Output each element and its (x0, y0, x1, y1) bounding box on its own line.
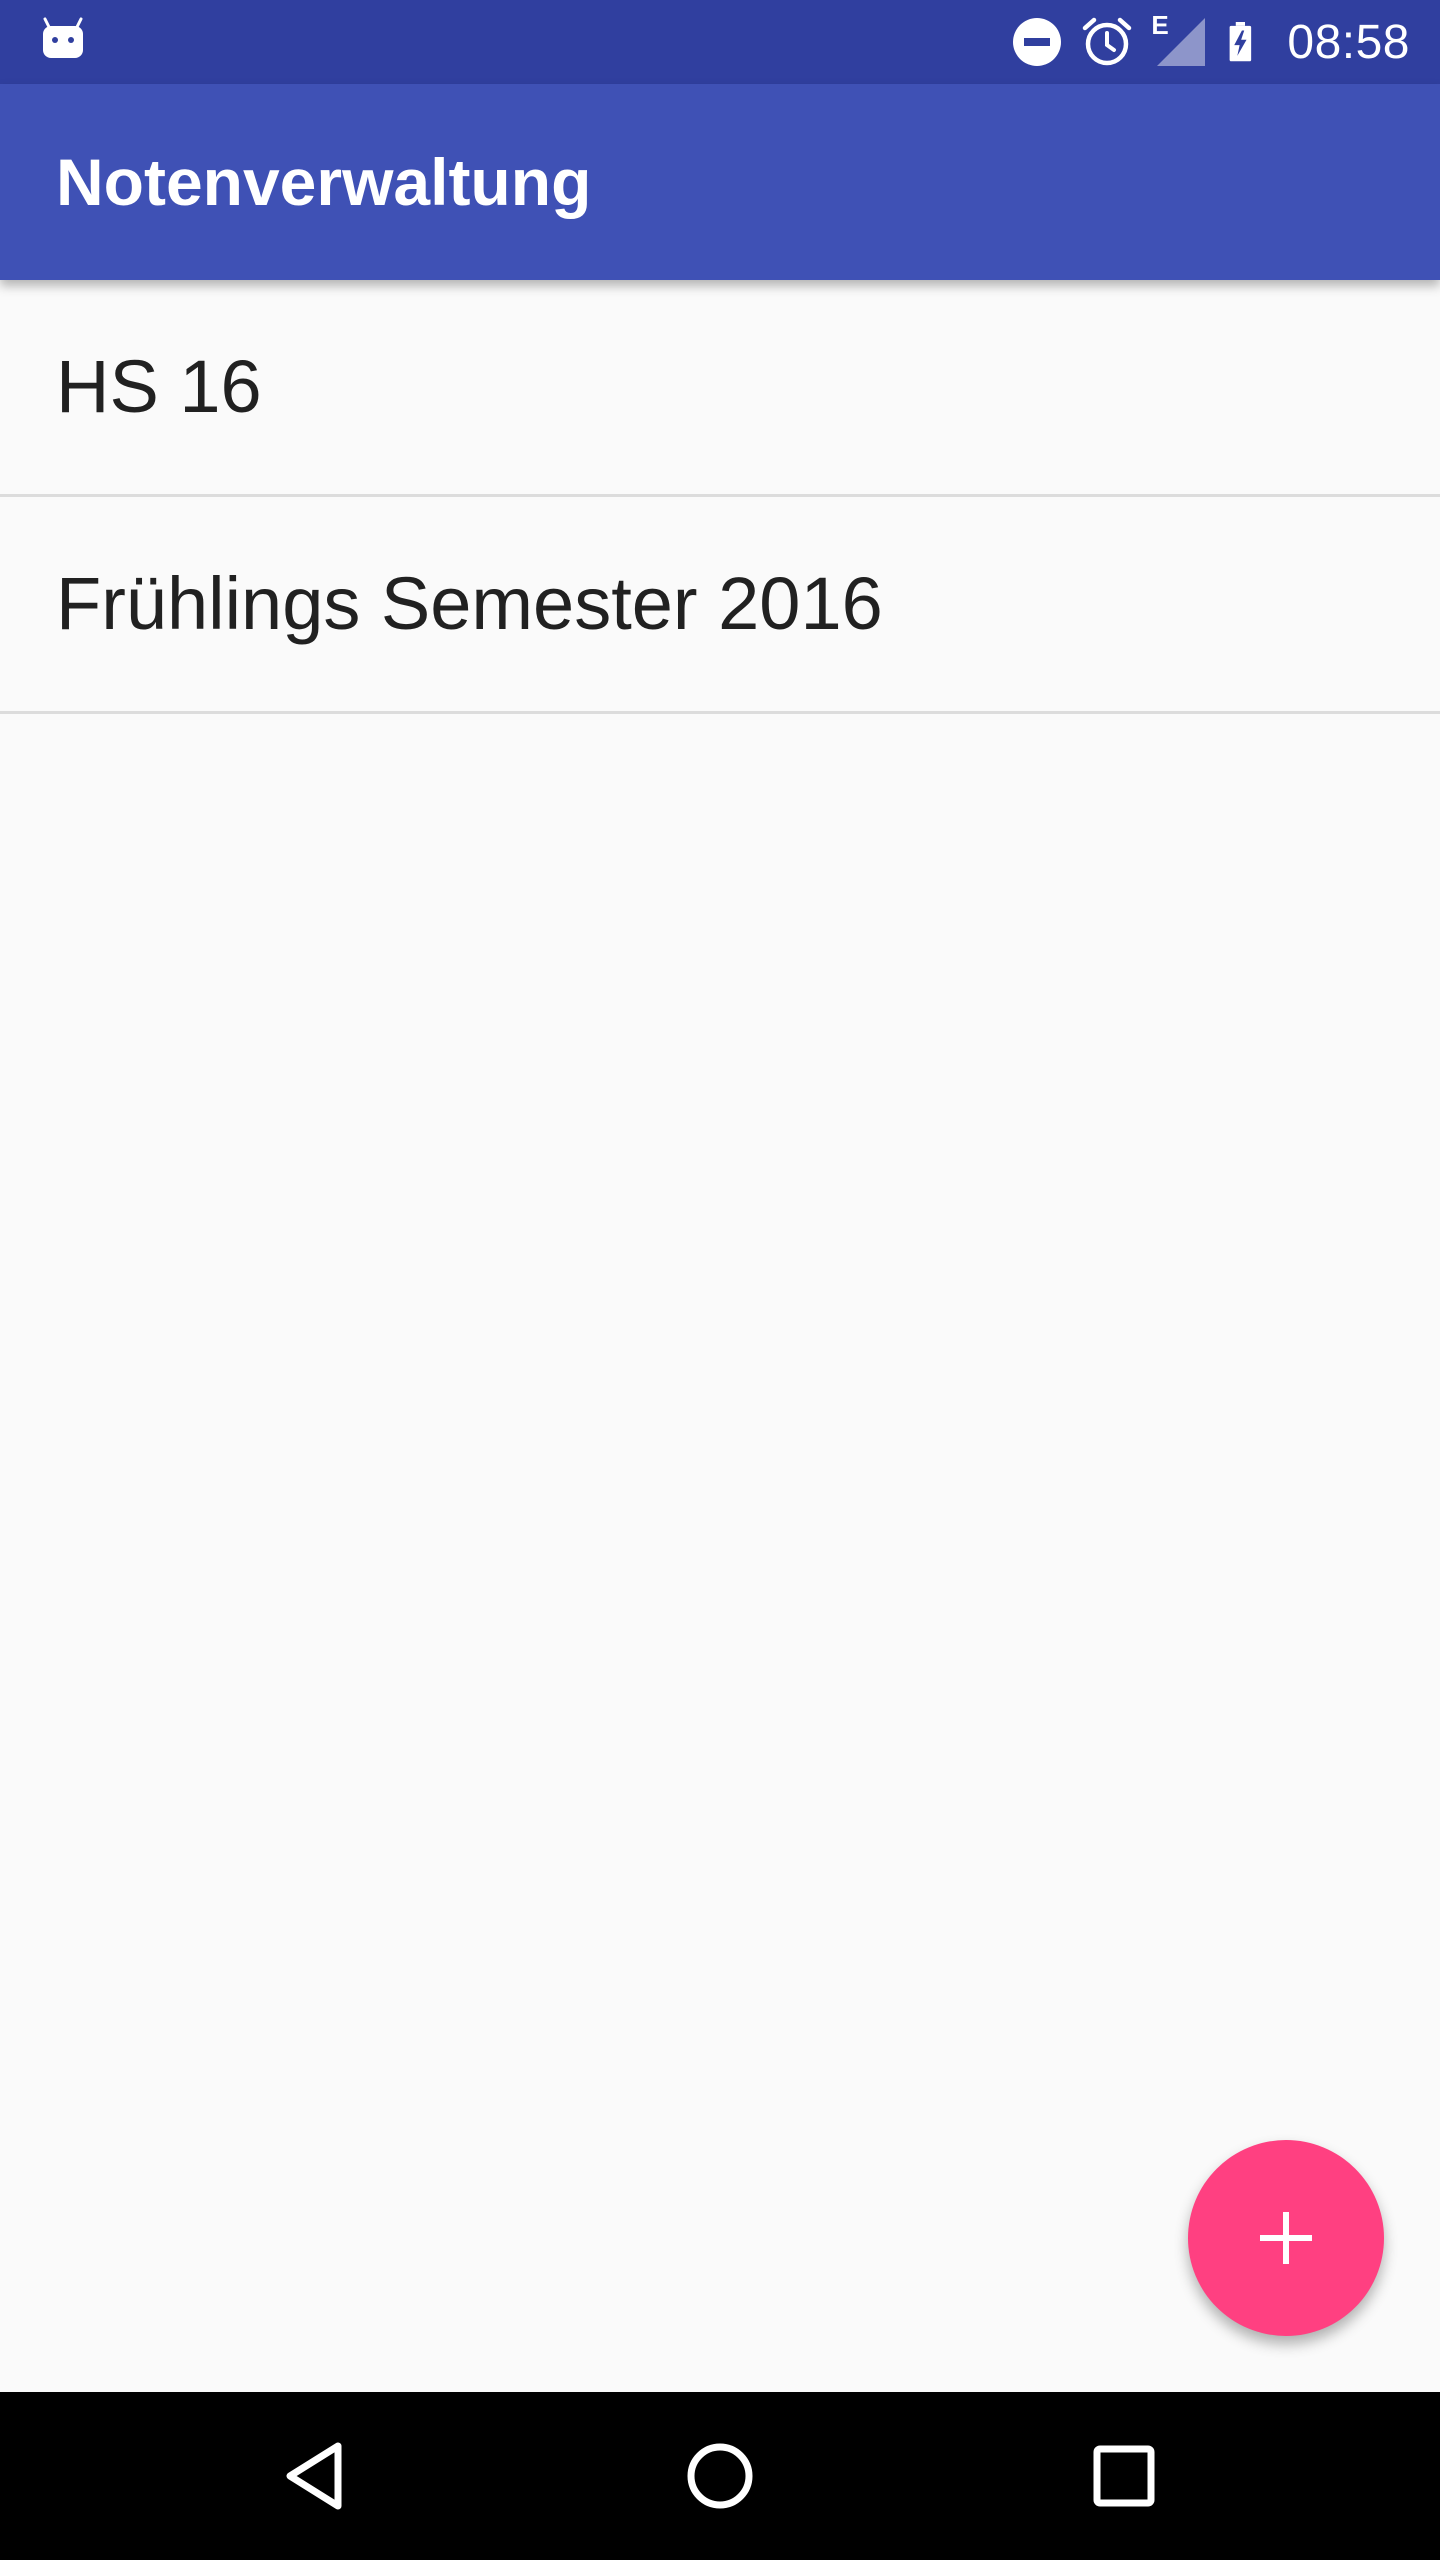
list-item[interactable]: HS 16 (0, 280, 1440, 497)
status-time: 08:58 (1287, 15, 1410, 69)
signal-icon (1157, 18, 1206, 66)
back-icon (286, 2442, 342, 2510)
list-item-label: Frühlings Semester 2016 (56, 562, 883, 645)
alarm-icon (1083, 17, 1132, 66)
screen: E 08:58 Notenverwaltung HS 16 Frühlings … (0, 0, 1440, 2560)
battery-charging-icon (1229, 22, 1252, 62)
recents-icon (1093, 2445, 1155, 2507)
add-button[interactable] (1188, 2140, 1384, 2336)
plus-icon (1260, 2212, 1312, 2264)
list-item[interactable]: Frühlings Semester 2016 (0, 497, 1440, 714)
list-item-label: HS 16 (56, 345, 262, 428)
app-bar: Notenverwaltung (0, 84, 1440, 280)
home-button[interactable] (660, 2416, 780, 2536)
signal-indicator: E (1151, 10, 1207, 68)
status-bar: E 08:58 (0, 0, 1440, 84)
semester-list: HS 16 Frühlings Semester 2016 (0, 280, 1440, 714)
status-icons: E 08:58 (1011, 0, 1410, 84)
recents-button[interactable] (1064, 2416, 1184, 2536)
page-title: Notenverwaltung (56, 145, 592, 219)
back-button[interactable] (256, 2416, 376, 2536)
home-icon (687, 2443, 753, 2509)
do-not-disturb-icon (1013, 18, 1062, 66)
android-notification-icon (43, 17, 83, 58)
navigation-bar (0, 2392, 1440, 2560)
